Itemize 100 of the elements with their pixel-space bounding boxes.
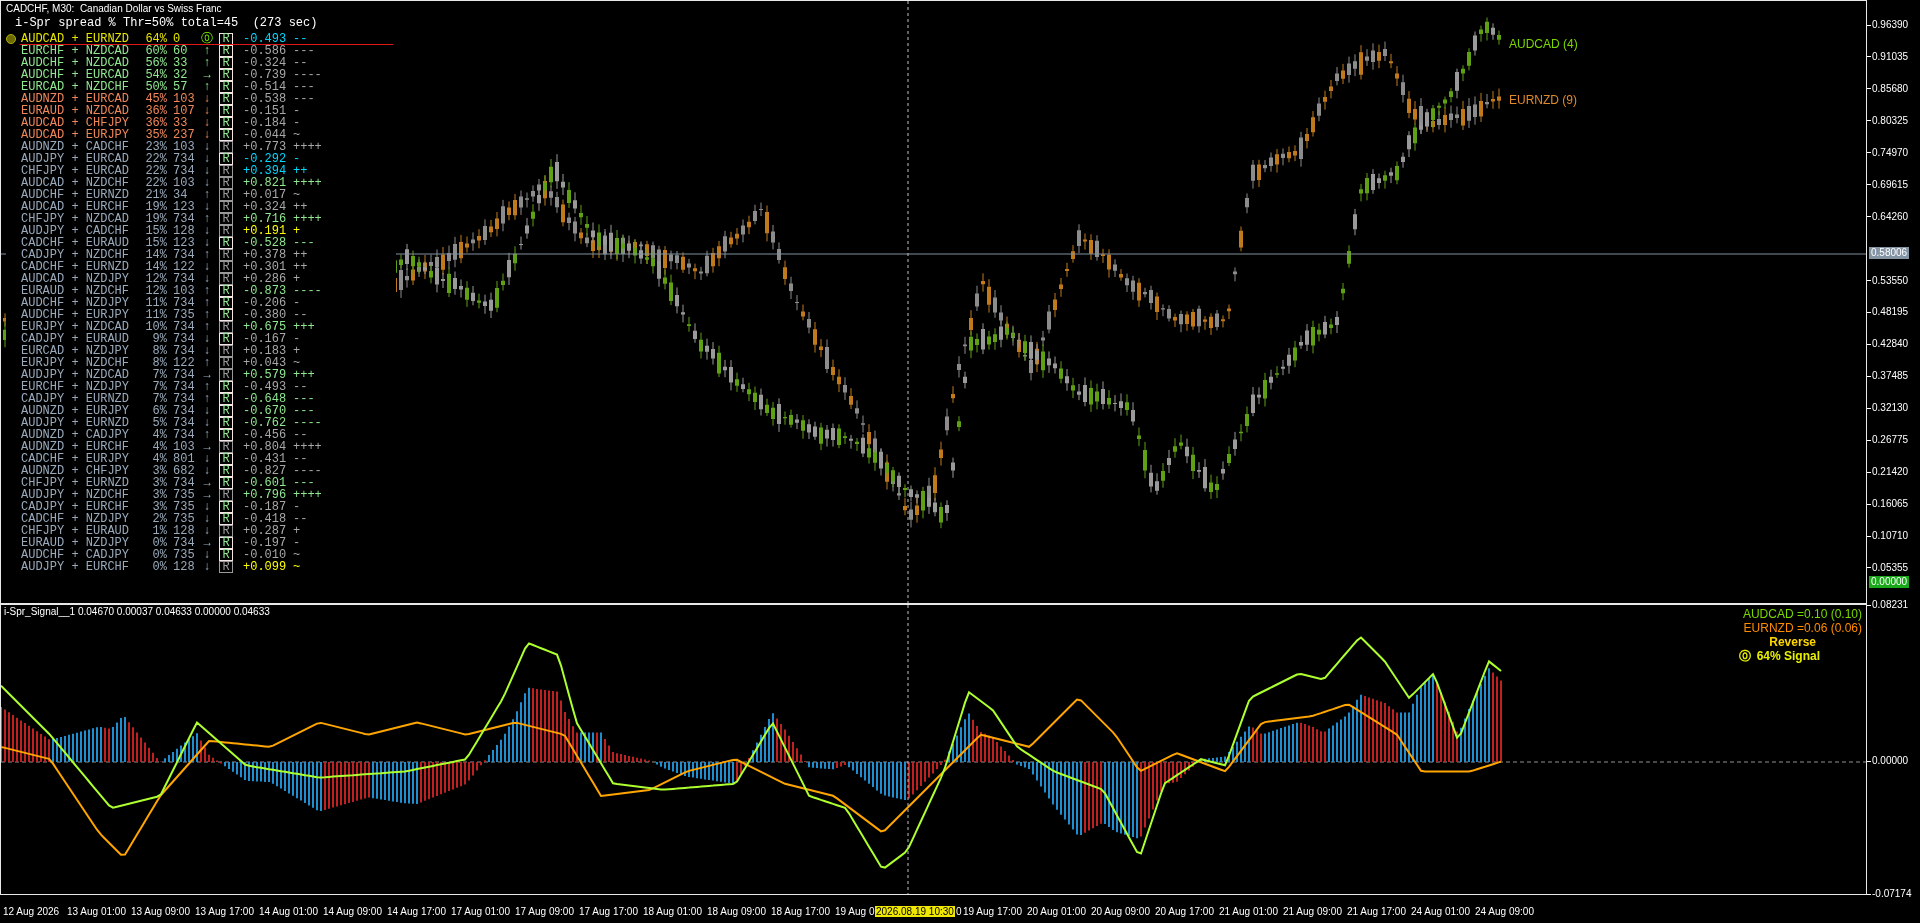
pair-name[interactable]: AUDCHF + EURCAD	[21, 69, 143, 81]
pair-name[interactable]: AUDCAD + NZDJPY	[21, 273, 143, 285]
trend-marks: +	[293, 225, 302, 237]
price-axis-label: 0.26775	[1872, 434, 1909, 447]
pair-name[interactable]: EURAUD + NZDCHF	[21, 285, 143, 297]
correlation-value: +0.579	[243, 369, 288, 381]
reverse-flag[interactable]: R	[219, 105, 233, 117]
reverse-flag[interactable]: R	[219, 117, 233, 129]
pair-name[interactable]: EURAUD + NZDCAD	[21, 105, 143, 117]
price-axis-label: 0.21420	[1872, 466, 1909, 479]
time-axis-label: 14 Aug 17:00	[387, 906, 446, 917]
count: 734	[173, 537, 196, 549]
trend-marks: ~	[293, 549, 302, 561]
count: 33	[173, 117, 188, 129]
pair-name[interactable]: CADJPY + EURAUD	[21, 333, 143, 345]
pair-name[interactable]: AUDJPY + EURCAD	[21, 153, 143, 165]
reverse-flag[interactable]: R	[219, 429, 233, 441]
pair-name[interactable]: AUDNZD + CADCHF	[21, 141, 143, 153]
reverse-flag[interactable]: R	[219, 33, 233, 45]
pair-name[interactable]: CHFJPY + EURCAD	[21, 165, 143, 177]
direction-arrow: ↓	[202, 345, 212, 357]
count: 128	[173, 561, 196, 573]
pair-name[interactable]: AUDCAD + EURNZD	[21, 33, 143, 45]
reverse-flag[interactable]: R	[219, 45, 233, 57]
reverse-flag[interactable]: R	[219, 405, 233, 417]
pair-name[interactable]: AUDCAD + NZDCHF	[21, 177, 143, 189]
reverse-flag[interactable]: R	[219, 417, 233, 429]
reverse-flag[interactable]: R	[219, 297, 233, 309]
pair-name[interactable]: AUDJPY + EURNZD	[21, 417, 143, 429]
pair-name[interactable]: EURCAD + NZDJPY	[21, 345, 143, 357]
pair-name[interactable]: CADCHF + NZDJPY	[21, 513, 143, 525]
reverse-flag[interactable]: R	[219, 93, 233, 105]
direction-arrow: ↑	[202, 309, 212, 321]
trend-marks: ++++	[293, 141, 323, 153]
reverse-flag[interactable]: R	[219, 153, 233, 165]
reverse-flag[interactable]: R	[219, 549, 233, 561]
trend-marks: ++++	[293, 177, 323, 189]
pair-name[interactable]: AUDCHF + EURNZD	[21, 189, 143, 201]
pair-name[interactable]: AUDJPY + NZDCAD	[21, 369, 143, 381]
price-axis-label: 0.74970	[1872, 146, 1909, 159]
direction-arrow: ↓	[202, 513, 212, 525]
count: 0	[173, 33, 181, 45]
percent: 22%	[144, 165, 167, 177]
reverse-flag[interactable]: R	[219, 129, 233, 141]
reverse-flag[interactable]: R	[219, 285, 233, 297]
pair-name[interactable]: EURAUD + NZDJPY	[21, 537, 143, 549]
pair-name[interactable]: CADJPY + EURCHF	[21, 501, 143, 513]
reverse-flag[interactable]: R	[219, 81, 233, 93]
pair-name[interactable]: AUDNZD + EURJPY	[21, 405, 143, 417]
pair-name[interactable]: AUDCHF + NZDJPY	[21, 297, 143, 309]
reverse-flag[interactable]: R	[219, 393, 233, 405]
reverse-flag[interactable]: R	[219, 537, 233, 549]
pair-name[interactable]: AUDNZD + CHFJPY	[21, 465, 143, 477]
reverse-flag[interactable]: R	[219, 453, 233, 465]
pair-name[interactable]: AUDJPY + CADCHF	[21, 225, 143, 237]
pair-name[interactable]: AUDNZD + EURCAD	[21, 93, 143, 105]
reverse-flag[interactable]: R	[219, 513, 233, 525]
reverse-flag[interactable]: R	[219, 501, 233, 513]
correlation-value: +0.183	[243, 345, 288, 357]
time-axis-label: 18 Aug 01:00	[643, 906, 702, 917]
pair-name[interactable]: AUDCHF + NZDCAD	[21, 57, 143, 69]
pair-name[interactable]: CADJPY + NZDCHF	[21, 249, 143, 261]
reverse-flag[interactable]: R	[219, 381, 233, 393]
pair-name[interactable]: EURCHF + NZDCAD	[21, 45, 143, 57]
correlation-value: -0.456	[243, 429, 288, 441]
pair-name[interactable]: AUDJPY + EURCHF	[21, 561, 143, 573]
reverse-flag[interactable]: R	[219, 333, 233, 345]
pair-name[interactable]: EURJPY + NZDCAD	[21, 321, 143, 333]
time-axis-label: 21 Aug 01:00	[1219, 906, 1278, 917]
pair-name[interactable]: CHFJPY + EURAUD	[21, 525, 143, 537]
reverse-flag[interactable]: R	[219, 309, 233, 321]
reverse-flag[interactable]: R	[219, 69, 233, 81]
pair-name[interactable]: CADCHF + EURJPY	[21, 453, 143, 465]
pair-name[interactable]: AUDCAD + EURJPY	[21, 129, 143, 141]
series-label: EURNZD (9)	[1509, 92, 1578, 109]
pair-name[interactable]: AUDCHF + EURJPY	[21, 309, 143, 321]
count: 128	[173, 525, 196, 537]
pair-name[interactable]: EURCHF + NZDJPY	[21, 381, 143, 393]
pair-name[interactable]: AUDCHF + CADJPY	[21, 549, 143, 561]
pair-name[interactable]: CHFJPY + EURNZD	[21, 477, 143, 489]
pair-name[interactable]: CHFJPY + NZDCAD	[21, 213, 143, 225]
reverse-flag[interactable]: R	[219, 57, 233, 69]
reverse-flag[interactable]: R	[219, 477, 233, 489]
pair-name[interactable]: EURCAD + NZDCHF	[21, 81, 143, 93]
pair-name[interactable]: AUDJPY + NZDCHF	[21, 489, 143, 501]
direction-arrow: ↓	[202, 165, 212, 177]
reverse-flag[interactable]: R	[219, 237, 233, 249]
pair-name[interactable]: CADCHF + EURNZD	[21, 261, 143, 273]
pair-name[interactable]: AUDNZD + CADJPY	[21, 429, 143, 441]
pair-name[interactable]: AUDNZD + EURCHF	[21, 441, 143, 453]
pair-name[interactable]: AUDCAD + EURCHF	[21, 201, 143, 213]
reverse-flag[interactable]: R	[219, 465, 233, 477]
count: 122	[173, 357, 196, 369]
pair-name[interactable]: CADCHF + EURAUD	[21, 237, 143, 249]
pair-name[interactable]: AUDCAD + CHFJPY	[21, 117, 143, 129]
pair-name[interactable]: CADJPY + EURNZD	[21, 393, 143, 405]
correlation-value: -0.184	[243, 117, 288, 129]
correlation-value: -0.586	[243, 45, 288, 57]
pair-name[interactable]: EURJPY + NZDCHF	[21, 357, 143, 369]
count: 103	[173, 141, 196, 153]
